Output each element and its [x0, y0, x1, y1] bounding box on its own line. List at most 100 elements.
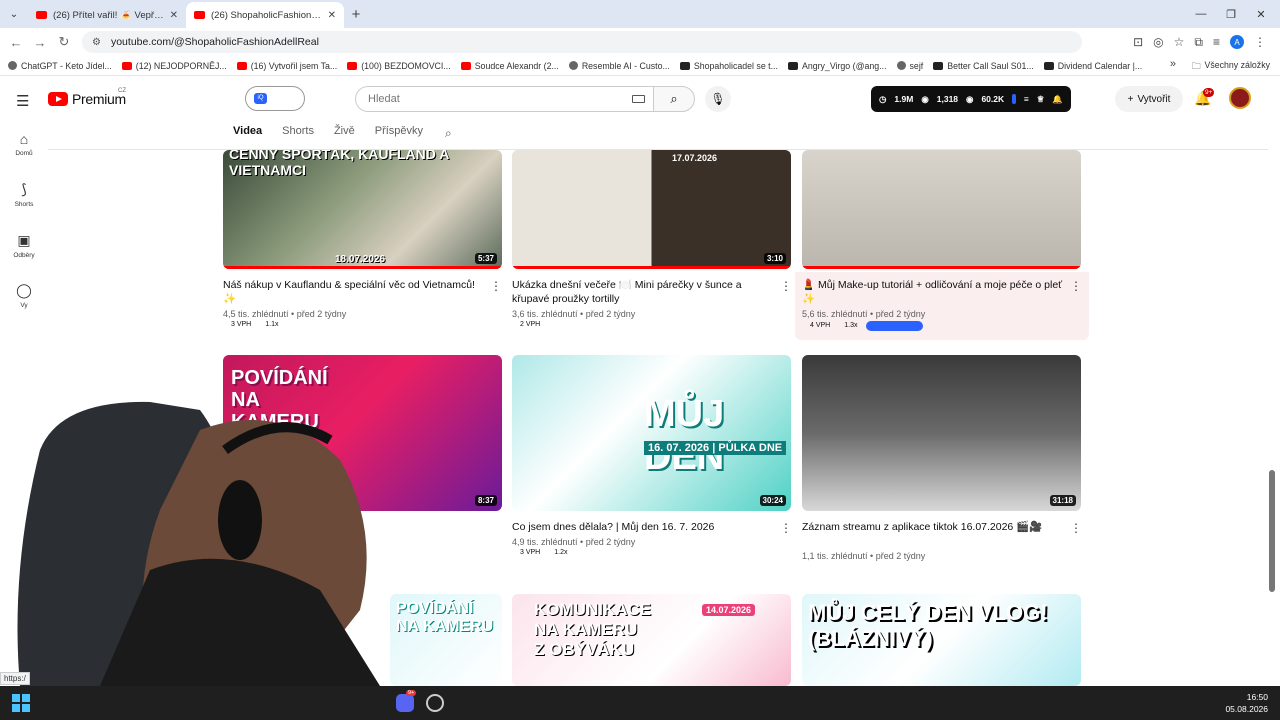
- close-window-button[interactable]: ✕: [1246, 0, 1276, 28]
- bookmark-item[interactable]: Angry_Virgo (@ang...: [787, 61, 887, 71]
- video-meta: 4,5 tis. zhlédnutí • před 2 týdny: [223, 309, 347, 319]
- bookmark-item[interactable]: (12) NEJODPORNĚJ...: [121, 61, 227, 71]
- gaming-chair: [17, 401, 230, 686]
- browser-toolbar: ⊡ ◎ ☆ ⧉ ≡ A ⋮: [1133, 35, 1266, 50]
- video-title[interactable]: Záznam streamu z aplikace tiktok 16.07.2…: [802, 520, 1067, 534]
- search-button[interactable]: ⌕: [653, 86, 695, 112]
- video-menu-icon[interactable]: ⋮: [1070, 521, 1082, 535]
- trophy-icon: ♕: [1036, 93, 1045, 104]
- browser-tab-active[interactable]: (26) ShopaholicFashionAdellReal ✕: [186, 2, 344, 28]
- bookmark-item[interactable]: Shopaholicadel se t...: [679, 61, 778, 71]
- vidiq-remix-badge[interactable]: [866, 321, 923, 331]
- address-bar-row: ← → ↻ ⚙ youtube.com/@ShopaholicFashionAd…: [0, 28, 1280, 56]
- bookmark-item[interactable]: Better Call Saul S01...: [933, 61, 1034, 71]
- vidiq-stats-bar[interactable]: ◷ 1.9M ◉ 1,318 ◉ 60.2K ≡ ♕ 🔔: [871, 86, 1071, 112]
- keyboard-icon[interactable]: [632, 95, 645, 103]
- extensions-icon[interactable]: ⧉: [1194, 35, 1203, 50]
- search-input[interactable]: Hledat: [355, 86, 653, 112]
- mic-icon: 🎙: [710, 92, 726, 106]
- install-app-icon[interactable]: ⊡: [1133, 35, 1143, 49]
- bookmark-item[interactable]: sejf: [896, 61, 923, 71]
- youtube-icon: [347, 61, 358, 70]
- bookmark-item[interactable]: ChatGPT - Keto Jídel...: [8, 61, 112, 71]
- browser-tab[interactable]: (26) Přítel vařil! 🍝 Vepřové maso ✕: [28, 2, 186, 28]
- eye-icon: ◉: [921, 93, 929, 104]
- reload-button[interactable]: ↻: [52, 34, 76, 50]
- page-scrollbar[interactable]: [1268, 150, 1276, 685]
- status-url-bubble: https:/: [0, 672, 30, 685]
- video-thumbnail[interactable]: POVÍDÁNÍ NA KAMERU: [390, 594, 502, 686]
- video-title[interactable]: Náš nákup v Kauflandu & speciální věc od…: [223, 278, 488, 306]
- shorts-icon: ⟆: [21, 181, 27, 197]
- watch-progress-bar: [802, 266, 1081, 269]
- vidiq-toggle[interactable]: iQ: [245, 86, 305, 111]
- video-thumbnail[interactable]: KOMUNIKACE NA KAMERU Z OBÝVÁKU 14.07.202…: [512, 594, 791, 686]
- sidebar-item-subscriptions[interactable]: ▣ Odběry: [0, 232, 48, 259]
- video-meta: 5,6 tis. zhlédnutí • před 2 týdny: [802, 309, 926, 319]
- list-icon: ≡: [1023, 94, 1029, 104]
- bookmark-star-icon[interactable]: ☆: [1174, 35, 1185, 49]
- video-title[interactable]: Ukázka dnešní večeře 🍽️ Mini párečky v š…: [512, 278, 777, 306]
- maximize-button[interactable]: ❐: [1216, 0, 1246, 28]
- video-thumbnail[interactable]: POVÍDÁNÍ NA KAMERU 8:37: [223, 355, 502, 511]
- tab-videos[interactable]: Videa: [233, 125, 262, 137]
- discord-icon[interactable]: [396, 694, 414, 712]
- bookmark-item[interactable]: (16) Vytvořil jsem Ta...: [236, 61, 337, 71]
- youtube-logo[interactable]: Premium CZ: [48, 88, 126, 107]
- video-thumbnail[interactable]: MŮJ CELÝ DEN VLOG! (BLÁZNIVÝ): [802, 594, 1081, 686]
- notifications-badge: 9+: [1203, 88, 1215, 97]
- video-title[interactable]: Co jsem dnes dělala? | Můj den 16. 7. 20…: [512, 520, 777, 534]
- scrollbar-thumb[interactable]: [1269, 470, 1275, 592]
- video-title[interactable]: 💄 Můj Make-up tutoriál + odličování a mo…: [802, 278, 1067, 306]
- minimize-button[interactable]: —: [1186, 0, 1216, 28]
- sidebar-item-you[interactable]: ◯ Vy: [0, 282, 48, 309]
- eye-off-icon[interactable]: ◎: [1153, 35, 1163, 49]
- tab-posts[interactable]: Příspěvky: [375, 125, 423, 137]
- video-menu-icon[interactable]: ⋮: [780, 279, 792, 293]
- site-info-icon[interactable]: ⚙: [92, 37, 101, 48]
- sidebar-item-home[interactable]: ⌂ Domů: [0, 131, 48, 157]
- system-clock[interactable]: 16:50 05.08.2026: [1225, 691, 1268, 715]
- app-icon[interactable]: [426, 694, 444, 712]
- menu-dots-icon[interactable]: ⋮: [1254, 35, 1266, 49]
- bookmark-item[interactable]: Dividend Calendar |...: [1043, 61, 1142, 71]
- hamburger-menu-icon[interactable]: ☰: [16, 92, 29, 110]
- new-tab-button[interactable]: +: [344, 2, 368, 28]
- video-thumbnail[interactable]: 31:18: [802, 355, 1081, 511]
- tab-shorts[interactable]: Shorts: [282, 125, 314, 137]
- create-button[interactable]: + Vytvořit: [1115, 86, 1183, 112]
- account-avatar[interactable]: [1229, 87, 1251, 109]
- browser-tab-bar: ⌄ (26) Přítel vařil! 🍝 Vepřové maso ✕ (2…: [0, 0, 1280, 28]
- video-duration: 5:37: [474, 253, 497, 264]
- close-tab-icon[interactable]: ✕: [170, 10, 178, 21]
- url-text: youtube.com/@ShopaholicFashionAdellReal: [110, 36, 319, 48]
- video-menu-icon[interactable]: ⋮: [780, 521, 792, 535]
- video-menu-icon[interactable]: ⋮: [490, 279, 502, 293]
- video-thumbnail[interactable]: MŮJ DEN 16. 07. 2026 | PŮLKA DNE 30:24: [512, 355, 791, 511]
- tab-live[interactable]: Živě: [334, 125, 355, 137]
- sidebar-item-shorts[interactable]: ⟆ Shorts: [0, 181, 48, 208]
- video-thumbnail[interactable]: [802, 150, 1081, 269]
- bookmarks-bar: ChatGPT - Keto Jídel... (12) NEJODPORNĚJ…: [0, 56, 1280, 76]
- video-menu-icon[interactable]: ⋮: [1070, 279, 1082, 293]
- video-thumbnail[interactable]: 17.07.2026 3:10: [512, 150, 791, 269]
- bell-icon: 🔔: [1052, 93, 1063, 104]
- forward-button[interactable]: →: [28, 35, 52, 50]
- close-tab-icon[interactable]: ✕: [328, 10, 336, 21]
- profile-avatar[interactable]: A: [1230, 35, 1244, 49]
- back-button[interactable]: ←: [4, 35, 28, 50]
- windows-start-icon[interactable]: [12, 694, 30, 712]
- address-bar[interactable]: ⚙ youtube.com/@ShopaholicFashionAdellRea…: [82, 31, 1082, 53]
- channel-search-icon[interactable]: ⌕: [445, 126, 452, 141]
- bookmark-item[interactable]: (100) BEZDOMOVCI...: [347, 61, 451, 71]
- voice-search-button[interactable]: 🎙: [705, 86, 731, 112]
- tab-search-button[interactable]: ⌄: [0, 0, 28, 28]
- more-bookmarks-icon[interactable]: »: [1170, 58, 1176, 70]
- all-bookmarks-button[interactable]: 🗀 Všechny záložky: [1192, 60, 1270, 75]
- video-thumbnail[interactable]: CENNÝ SPORŤÁK, KAUFLAND A VIETNAMCI 18.0…: [223, 150, 502, 269]
- bookmark-item[interactable]: Soudce Alexandr (2...: [460, 61, 559, 71]
- vidiq-vph: 2 VPH: [520, 321, 541, 328]
- bookmark-item[interactable]: Resemble AI - Custo...: [568, 61, 670, 71]
- vidiq-vph: 4 VPH 1.3x: [810, 322, 858, 329]
- reading-list-icon[interactable]: ≡: [1213, 35, 1220, 49]
